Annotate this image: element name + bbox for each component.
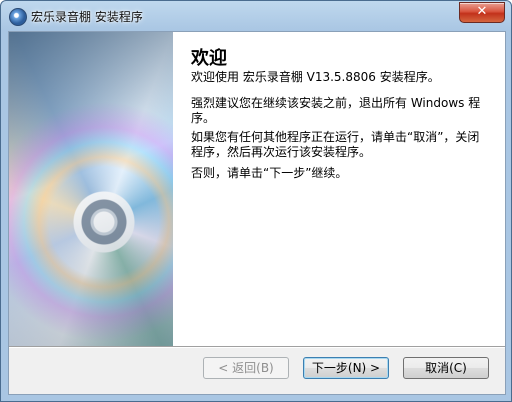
welcome-text: 欢迎使用 宏乐录音棚 V13.5.8806 安装程序。 — [191, 70, 440, 84]
next-button[interactable]: 下一步(N) > — [303, 357, 389, 379]
welcome-panel: 欢迎 欢迎使用 宏乐录音棚 V13.5.8806 安装程序。 强烈建议您在继续该… — [9, 32, 505, 346]
close-button[interactable]: ✕ — [459, 2, 505, 23]
continue-instruction-text: 否则，请单击“下一步”继续。 — [191, 166, 348, 180]
welcome-heading: 欢迎 — [191, 48, 227, 69]
close-icon: ✕ — [476, 4, 488, 19]
exit-programs-text: 强烈建议您在继续该安装之前，退出所有 Windows 程序。 — [191, 96, 481, 125]
window-title: 宏乐录音棚 安装程序 — [31, 10, 143, 24]
footer-separator — [9, 346, 505, 348]
cd-disc-side-image — [9, 32, 173, 346]
cancel-instruction-text: 如果您有任何其他程序正在运行，请单击“取消”，关闭程序，然后再次运行该安装程序。 — [191, 130, 480, 159]
title-bar[interactable]: 宏乐录音棚 安装程序 ✕ — [1, 1, 511, 31]
dialog-client-area: 欢迎 欢迎使用 宏乐录音棚 V13.5.8806 安装程序。 强烈建议您在继续该… — [8, 31, 506, 395]
back-button[interactable]: < 返回(B) — [203, 357, 289, 379]
installer-window: 宏乐录音棚 安装程序 ✕ 欢迎 欢迎使用 宏乐录音棚 V13.5.8806 安装… — [0, 0, 512, 402]
cancel-button[interactable]: 取消(C) — [403, 357, 489, 379]
installer-app-icon — [9, 8, 27, 26]
